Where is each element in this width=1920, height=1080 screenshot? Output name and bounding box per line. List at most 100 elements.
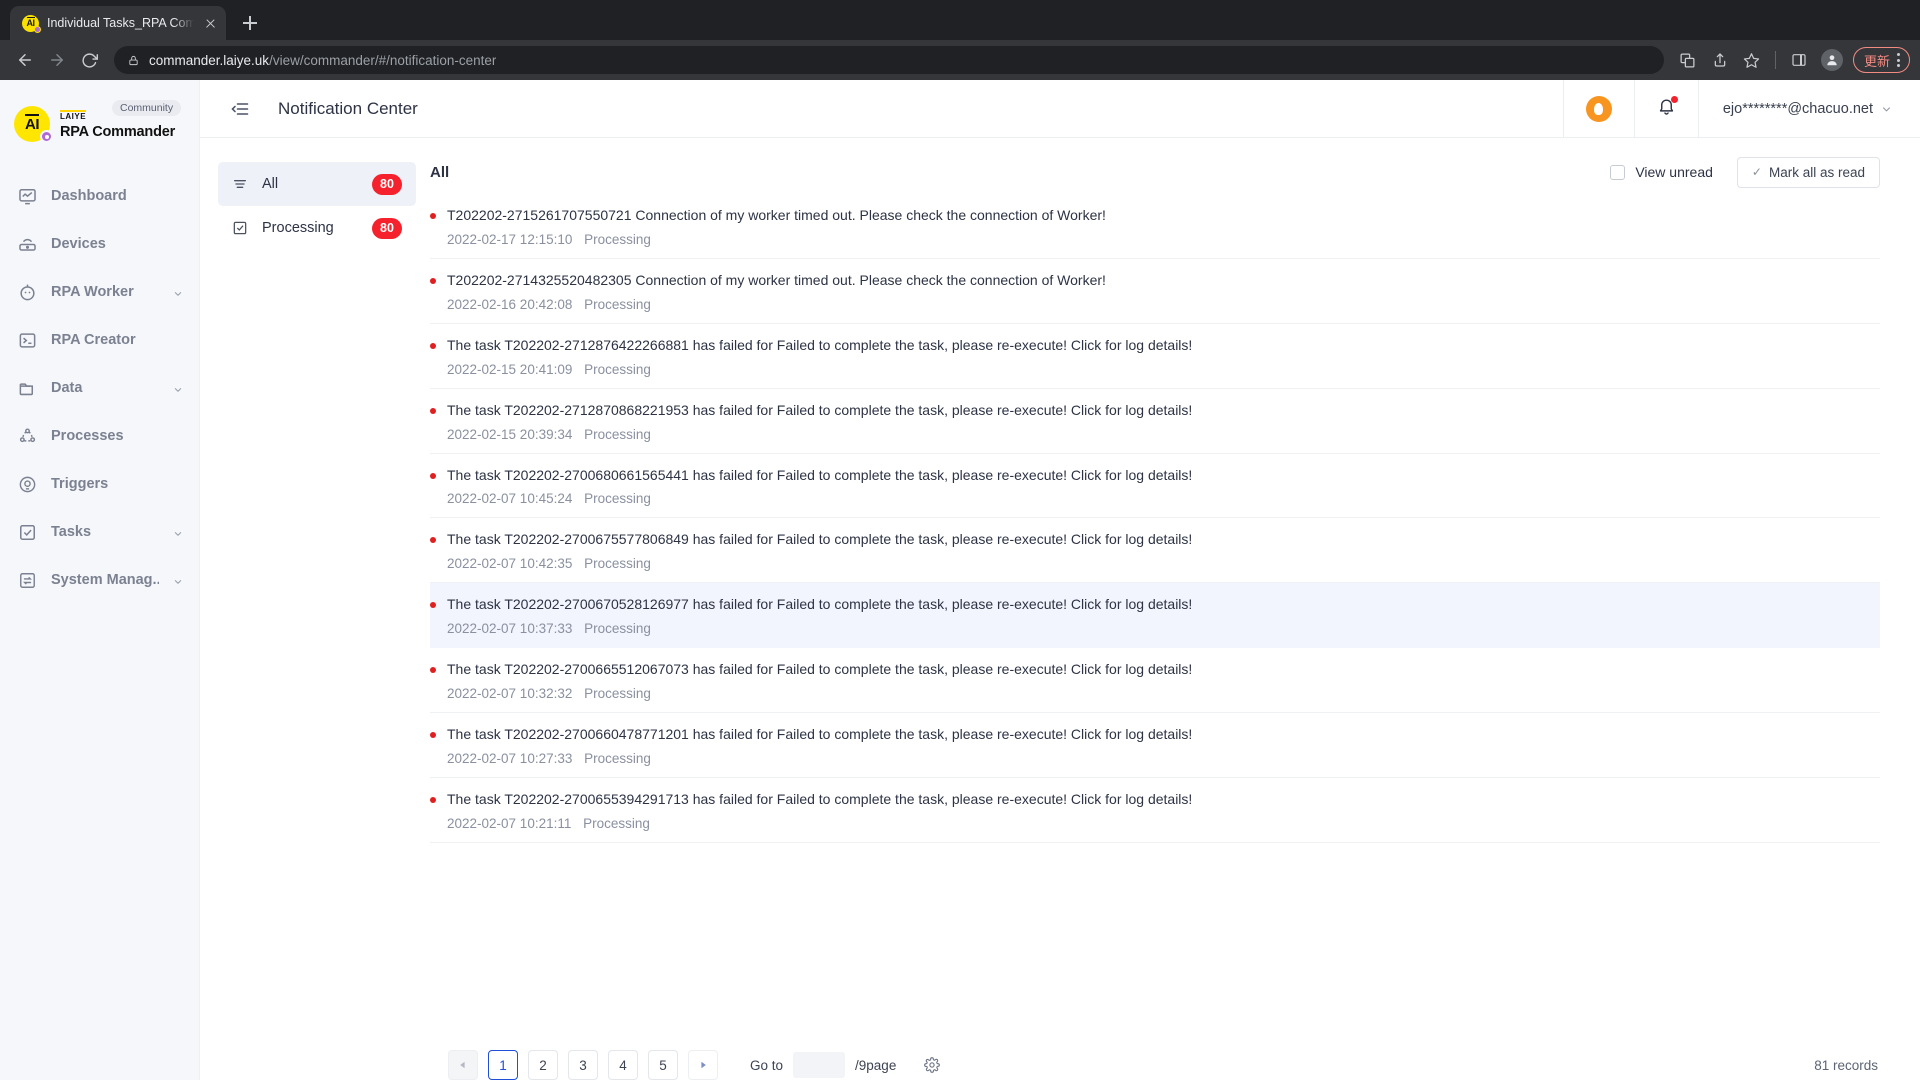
content-area: All 80 Processing 80 All View unread ✓ M… <box>200 138 1920 1080</box>
gear-icon[interactable] <box>924 1057 941 1073</box>
notification-row-main: The task T202202-2700675577806849 has fa… <box>430 530 1880 549</box>
view-unread-toggle[interactable]: View unread <box>1610 164 1713 180</box>
notification-status: Processing <box>583 815 650 831</box>
kebab-menu-icon[interactable] <box>1894 53 1903 67</box>
notification-meta: 2022-02-07 10:21:11 Processing <box>447 816 1880 831</box>
sidebar-item-tasks[interactable]: Tasks <box>0 508 199 556</box>
update-button[interactable]: 更新 <box>1852 47 1910 73</box>
filter-label: Processing <box>262 220 334 236</box>
notification-row[interactable]: The task T202202-2712876422266881 has fa… <box>430 324 1880 389</box>
notification-meta: 2022-02-07 10:37:33 Processing <box>447 621 1880 636</box>
address-bar[interactable]: commander.laiye.uk/view/commander/#/noti… <box>114 46 1664 74</box>
notification-time: 2022-02-16 20:42:08 <box>447 296 573 312</box>
close-icon[interactable] <box>202 15 218 31</box>
page-title: Notification Center <box>278 98 418 118</box>
notification-list: T202202-2715261707550721 Connection of m… <box>430 194 1880 1028</box>
pagination-prev-button[interactable] <box>448 1050 478 1080</box>
collapse-sidebar-icon[interactable] <box>230 99 250 119</box>
share-icon[interactable] <box>1706 46 1734 74</box>
sidebar-nav: Dashboard Devices RPA Worker RPA Creator… <box>0 172 199 604</box>
folder-icon <box>18 379 37 398</box>
unread-dot <box>430 732 436 739</box>
browser-tab[interactable]: AI Individual Tasks_RPA Commander <box>10 6 226 40</box>
notification-time: 2022-02-07 10:27:33 <box>447 751 573 767</box>
notification-meta: 2022-02-07 10:45:24 Processing <box>447 491 1880 506</box>
pagination-page-1[interactable]: 1 <box>488 1050 518 1080</box>
sidebar-item-processes[interactable]: Processes <box>0 412 199 460</box>
dashboard-icon <box>18 187 37 206</box>
brand-sub: LAIYE <box>60 110 87 122</box>
sidebar-item-devices[interactable]: Devices <box>0 220 199 268</box>
filter-label: All <box>262 176 279 192</box>
toolbar-divider <box>1774 51 1776 69</box>
filter-item-all[interactable]: All 80 <box>218 162 416 206</box>
sidebar-item-dashboard[interactable]: Dashboard <box>0 172 199 220</box>
notification-row[interactable]: The task T202202-2700655394291713 has fa… <box>430 778 1880 843</box>
notification-row[interactable]: The task T202202-2700675577806849 has fa… <box>430 518 1880 584</box>
filter-sidebar: All 80 Processing 80 <box>200 138 430 1080</box>
forward-arrow-icon[interactable] <box>42 45 72 75</box>
device-icon <box>18 235 37 254</box>
unread-dot <box>430 277 436 284</box>
pagination-page-5[interactable]: 5 <box>648 1050 678 1080</box>
view-unread-label: View unread <box>1635 164 1713 180</box>
notification-time: 2022-02-17 12:15:10 <box>447 231 573 247</box>
notifications-button[interactable] <box>1633 80 1698 137</box>
side-panel-icon[interactable] <box>1785 46 1813 74</box>
notification-row[interactable]: The task T202202-2700665512067073 has fa… <box>430 648 1880 714</box>
trigger-icon <box>18 475 37 494</box>
notification-row[interactable]: The task T202202-2712870868221953 has fa… <box>430 389 1880 454</box>
pagination-next-button[interactable] <box>688 1050 718 1080</box>
notification-row[interactable]: The task T202202-2700680661565441 has fa… <box>430 454 1880 519</box>
unread-dot <box>430 213 436 219</box>
mark-all-as-read-button[interactable]: ✓ Mark all as read <box>1736 156 1880 188</box>
reload-icon[interactable] <box>74 45 104 75</box>
sidebar-item-rpa-worker[interactable]: RPA Worker <box>0 268 199 316</box>
pagination-page-4[interactable]: 4 <box>608 1050 638 1080</box>
unread-dot <box>430 667 436 674</box>
url-host: commander.laiye.uk <box>149 52 270 68</box>
user-menu[interactable]: ejo********@chacuo.net <box>1697 80 1920 137</box>
lightbulb-icon <box>1585 95 1612 122</box>
chevron-down-icon[interactable] <box>173 287 183 297</box>
notification-row-main: The task T202202-2712870868221953 has fa… <box>430 401 1880 420</box>
chevron-down-icon[interactable] <box>173 527 183 537</box>
url-path: /view/commander/#/notification-center <box>269 52 497 68</box>
sidebar-item-system-management[interactable]: System Manag... <box>0 556 199 604</box>
filter-item-processing[interactable]: Processing 80 <box>218 206 416 250</box>
notification-row-main: T202202-2715261707550721 Connection of m… <box>430 206 1880 225</box>
per-page-label: /9page <box>855 1057 897 1073</box>
chevron-down-icon[interactable] <box>173 575 183 585</box>
notification-row-main: The task T202202-2700655394291713 has fa… <box>430 790 1880 809</box>
back-arrow-icon[interactable] <box>10 45 40 75</box>
view-unread-checkbox[interactable] <box>1610 164 1626 180</box>
notification-row[interactable]: T202202-2714325520482305 Connection of m… <box>430 259 1880 324</box>
sidebar-item-label: Tasks <box>51 524 92 540</box>
notification-time: 2022-02-07 10:42:35 <box>447 556 573 572</box>
chevron-down-icon[interactable] <box>173 383 183 393</box>
new-tab-button[interactable] <box>236 9 264 37</box>
notification-row[interactable]: The task T202202-2700670528126977 has fa… <box>430 583 1880 649</box>
translate-icon[interactable] <box>1674 46 1702 74</box>
notification-row[interactable]: The task T202202-2700660478771201 has fa… <box>430 713 1880 779</box>
sidebar-item-data[interactable]: Data <box>0 364 199 412</box>
notification-status: Processing <box>584 556 651 572</box>
unread-dot <box>430 537 436 544</box>
sidebar-item-label: System Manag... <box>51 572 159 588</box>
help-button[interactable] <box>1562 80 1634 137</box>
notification-text: T202202-2714325520482305 Connection of m… <box>447 271 1106 288</box>
panel-header: All View unread ✓ Mark all as read <box>430 138 1880 194</box>
notification-row[interactable]: T202202-2715261707550721 Connection of m… <box>430 194 1880 259</box>
bookmark-star-icon[interactable] <box>1738 46 1766 74</box>
top-bar-right: ejo********@chacuo.net <box>1562 80 1920 137</box>
sidebar-item-triggers[interactable]: Triggers <box>0 460 199 508</box>
sidebar-item-rpa-creator[interactable]: RPA Creator <box>0 316 199 364</box>
notification-time: 2022-02-07 10:32:32 <box>447 686 573 702</box>
pagination-page-2[interactable]: 2 <box>528 1050 558 1080</box>
notification-status: Processing <box>584 361 651 377</box>
goto-page-input[interactable] <box>793 1052 846 1078</box>
pagination-page-3[interactable]: 3 <box>568 1050 598 1080</box>
profile-avatar[interactable] <box>1820 49 1843 71</box>
notification-dot <box>1670 95 1678 103</box>
system-icon <box>18 571 37 590</box>
